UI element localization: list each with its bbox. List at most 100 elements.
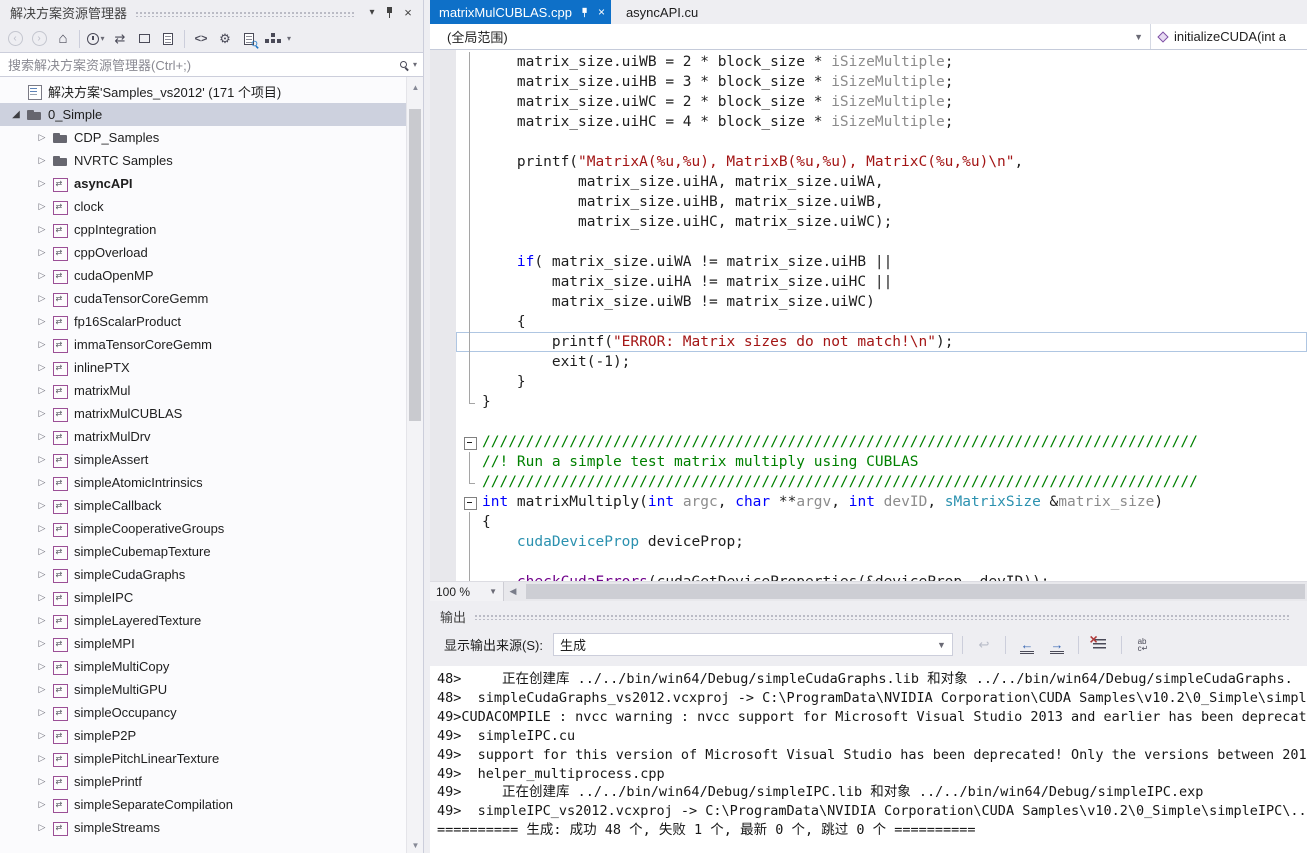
- scroll-left-icon[interactable]: ◀: [504, 586, 522, 597]
- chevron-down-icon[interactable]: ▾: [413, 60, 417, 69]
- zoom-dropdown[interactable]: 100 % ▼: [430, 582, 504, 601]
- fold-collapse-icon[interactable]: [456, 492, 482, 512]
- expander-closed-icon[interactable]: ▷: [32, 615, 52, 626]
- preview-selected-items-button[interactable]: [238, 28, 260, 50]
- expander-closed-icon[interactable]: ▷: [32, 592, 52, 603]
- member-dropdown[interactable]: initializeCUDA(int a: [1151, 29, 1307, 44]
- expander-closed-icon[interactable]: ▷: [32, 201, 52, 212]
- expander-open-icon[interactable]: ◢: [6, 109, 26, 120]
- expander-closed-icon[interactable]: ▷: [32, 270, 52, 281]
- expander-closed-icon[interactable]: ▷: [32, 224, 52, 235]
- code-editor[interactable]: matrix_size.uiWB = 2 * block_size * iSiz…: [430, 50, 1307, 581]
- expander-closed-icon[interactable]: ▷: [32, 178, 52, 189]
- expander-closed-icon[interactable]: ▷: [32, 822, 52, 833]
- expander-closed-icon[interactable]: ▷: [32, 684, 52, 695]
- search-box[interactable]: 搜索解决方案资源管理器(Ctrl+;) ▾: [0, 52, 423, 77]
- expander-closed-icon[interactable]: ▷: [32, 546, 52, 557]
- tree-item-simpleprintf[interactable]: ▷ simplePrintf: [0, 770, 407, 793]
- tree-item-cppoverload[interactable]: ▷ cppOverload: [0, 241, 407, 264]
- tree-item-clock[interactable]: ▷ clock: [0, 195, 407, 218]
- tree-item-simpleipc[interactable]: ▷ simpleIPC: [0, 586, 407, 609]
- tree-item-simpleseparatecompilation[interactable]: ▷ simpleSeparateCompilation: [0, 793, 407, 816]
- tree-item-matrixmul[interactable]: ▷ matrixMul: [0, 379, 407, 402]
- tree-item-simplecooperativegroups[interactable]: ▷ simpleCooperativeGroups: [0, 517, 407, 540]
- tree-item-inlineptx[interactable]: ▷ inlinePTX: [0, 356, 407, 379]
- close-button[interactable]: ×: [399, 4, 417, 22]
- output-text-area[interactable]: 48> 正在创建库 ../../bin/win64/Debug/simpleCu…: [430, 666, 1307, 853]
- expander-closed-icon[interactable]: ▷: [32, 730, 52, 741]
- show-all-files-button[interactable]: [157, 28, 179, 50]
- tree-item-cdp_samples[interactable]: ▷ CDP_Samples: [0, 126, 407, 149]
- tree-item-simpleatomicintrinsics[interactable]: ▷ simpleAtomicIntrinsics: [0, 471, 407, 494]
- previous-message-button[interactable]: ←: [1015, 634, 1039, 656]
- view-code-button[interactable]: <>: [190, 28, 212, 50]
- view-class-diagram-button[interactable]: [262, 28, 284, 50]
- expander-closed-icon[interactable]: ▷: [32, 707, 52, 718]
- tree-item-simplemulticopy[interactable]: ▷ simpleMultiCopy: [0, 655, 407, 678]
- scroll-down-icon[interactable]: ▼: [407, 837, 423, 853]
- search-icon[interactable]: [399, 61, 407, 68]
- expander-closed-icon[interactable]: ▷: [32, 132, 52, 143]
- back-button[interactable]: ‹: [4, 28, 26, 50]
- expander-closed-icon[interactable]: ▷: [32, 569, 52, 580]
- pin-icon[interactable]: [581, 6, 590, 17]
- expander-closed-icon[interactable]: ▷: [32, 293, 52, 304]
- clear-all-button[interactable]: [1088, 631, 1112, 656]
- tree-item-nvrtc-samples[interactable]: ▷ NVRTC Samples: [0, 149, 407, 172]
- tree-item-asyncapi[interactable]: ▷ asyncAPI: [0, 172, 407, 195]
- expander-closed-icon[interactable]: ▷: [32, 753, 52, 764]
- close-icon[interactable]: ×: [598, 5, 605, 19]
- pending-changes-filter-button[interactable]: ▾: [85, 28, 107, 50]
- expander-closed-icon[interactable]: ▷: [32, 247, 52, 258]
- expander-closed-icon[interactable]: ▷: [32, 316, 52, 327]
- home-button[interactable]: ⌂: [52, 28, 74, 50]
- expander-closed-icon[interactable]: ▷: [32, 339, 52, 350]
- scope-dropdown[interactable]: (全局范围) ▼: [430, 24, 1150, 49]
- expander-closed-icon[interactable]: ▷: [32, 638, 52, 649]
- sync-with-active-document-button[interactable]: ⇄: [109, 28, 131, 50]
- tree-item-matrixmuldrv[interactable]: ▷ matrixMulDrv: [0, 425, 407, 448]
- tree-item-simplecudagraphs[interactable]: ▷ simpleCudaGraphs: [0, 563, 407, 586]
- tree-item-simplemultigpu[interactable]: ▷ simpleMultiGPU: [0, 678, 407, 701]
- expander-closed-icon[interactable]: ▷: [32, 408, 52, 419]
- expander-closed-icon[interactable]: ▷: [32, 431, 52, 442]
- expander-closed-icon[interactable]: ▷: [32, 477, 52, 488]
- tree-item-cudaopenmp[interactable]: ▷ cudaOpenMP: [0, 264, 407, 287]
- pin-button[interactable]: [381, 4, 399, 22]
- scroll-up-icon[interactable]: ▲: [407, 79, 423, 95]
- tree-item-simpleoccupancy[interactable]: ▷ simpleOccupancy: [0, 701, 407, 724]
- horizontal-scrollbar[interactable]: [522, 582, 1307, 601]
- tree-item-simpleassert[interactable]: ▷ simpleAssert: [0, 448, 407, 471]
- scrollbar-thumb[interactable]: [409, 109, 421, 421]
- next-message-button[interactable]: →: [1045, 634, 1069, 656]
- tree-item-matrixmulcublas[interactable]: ▷ matrixMulCUBLAS: [0, 402, 407, 425]
- output-source-dropdown[interactable]: 生成 ▼: [552, 633, 953, 656]
- goto-source-button[interactable]: ↩: [972, 634, 996, 656]
- tree-item-simplep2p[interactable]: ▷ simpleP2P: [0, 724, 407, 747]
- expander-closed-icon[interactable]: ▷: [32, 523, 52, 534]
- tree-item-simplestreams[interactable]: ▷ simpleStreams: [0, 816, 407, 839]
- tree-item-simplepitchlineartexture[interactable]: ▷ simplePitchLinearTexture: [0, 747, 407, 770]
- indicator-margin[interactable]: [430, 50, 456, 581]
- expander-closed-icon[interactable]: ▷: [32, 776, 52, 787]
- tree-scrollbar[interactable]: ▲ ▼: [406, 77, 423, 853]
- properties-button[interactable]: ⚙: [214, 28, 236, 50]
- tree-item-simplempi[interactable]: ▷ simpleMPI: [0, 632, 407, 655]
- tree-item-fp16scalarproduct[interactable]: ▷ fp16ScalarProduct: [0, 310, 407, 333]
- fold-collapse-icon[interactable]: [456, 432, 482, 452]
- tree-item-simplecallback[interactable]: ▷ simpleCallback: [0, 494, 407, 517]
- word-wrap-button[interactable]: ab c↵: [1131, 634, 1155, 656]
- toolbar-overflow-icon[interactable]: ▾: [287, 34, 291, 43]
- forward-button[interactable]: ›: [28, 28, 50, 50]
- expander-closed-icon[interactable]: ▷: [32, 385, 52, 396]
- collapse-all-button[interactable]: [133, 28, 155, 50]
- tree-item-0_simple[interactable]: ◢ 0_Simple: [0, 103, 407, 126]
- tree-item-immatensorcoregemm[interactable]: ▷ immaTensorCoreGemm: [0, 333, 407, 356]
- scrollbar-thumb[interactable]: [526, 584, 1305, 599]
- tree-item-simplecubemaptexture[interactable]: ▷ simpleCubemapTexture: [0, 540, 407, 563]
- expander-closed-icon[interactable]: ▷: [32, 362, 52, 373]
- tree-item-cudatensorcoregemm[interactable]: ▷ cudaTensorCoreGemm: [0, 287, 407, 310]
- tree-item--samples_vs2012-171-[interactable]: 解决方案'Samples_vs2012' (171 个项目): [0, 80, 407, 103]
- expander-closed-icon[interactable]: ▷: [32, 454, 52, 465]
- tab-matrixmulcublas[interactable]: matrixMulCUBLAS.cpp ×: [430, 0, 611, 24]
